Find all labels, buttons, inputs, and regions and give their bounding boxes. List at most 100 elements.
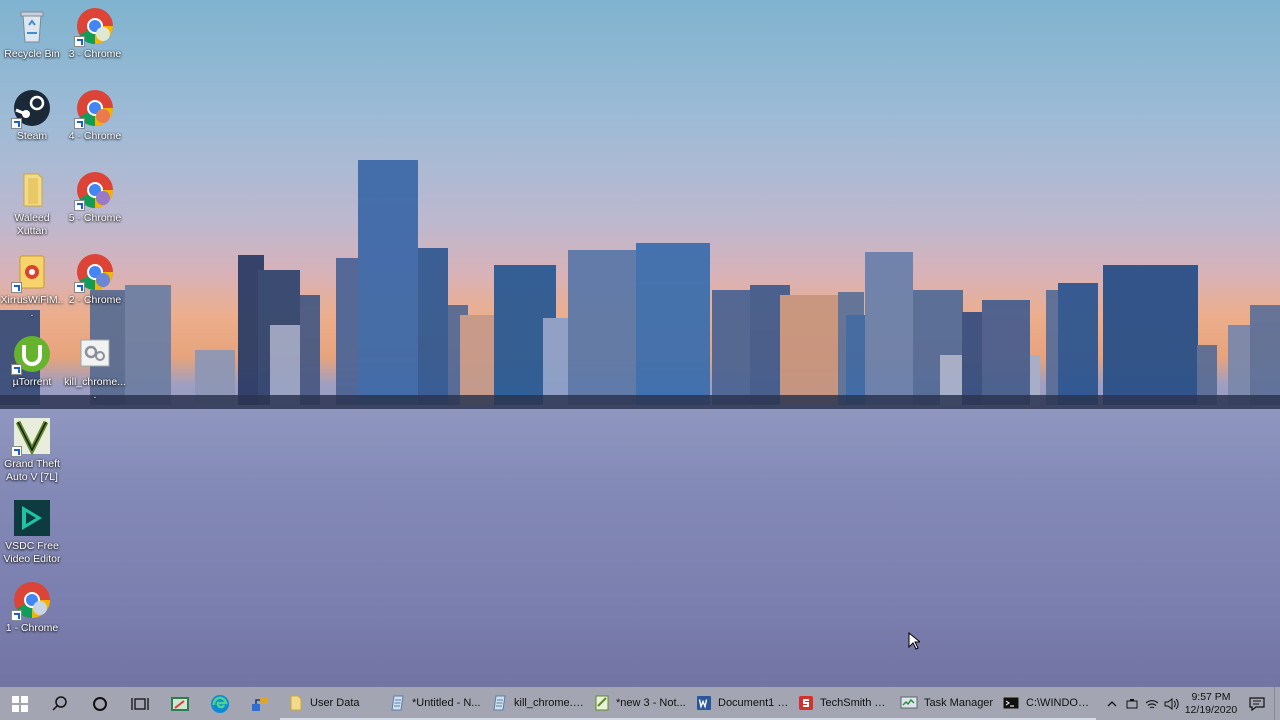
desktop-icon-label: kill_chrome....: [64, 376, 126, 401]
taskbar-app-kill-chrome[interactable]: kill_chrome.b...: [484, 687, 586, 720]
word-icon: [697, 695, 711, 710]
gta-icon: [11, 416, 52, 457]
shortcut-arrow-icon: [74, 118, 85, 129]
recycle-bin-icon: [12, 6, 52, 46]
shortcut-arrow-icon: [11, 364, 22, 375]
desktop-icon-chrome-3[interactable]: 3 - Chrome: [63, 6, 127, 61]
taskbar-app-user-data[interactable]: User Data: [280, 687, 382, 720]
show-desktop-button[interactable]: [1274, 687, 1280, 720]
wallpaper-skyline: [0, 160, 1280, 409]
volume-icon: [1164, 697, 1179, 710]
desktop-icon-label: 1 - Chrome: [5, 622, 59, 634]
wifi-icon: [1145, 699, 1159, 708]
desktop-icon-chrome-4[interactable]: 4 - Chrome: [63, 88, 127, 143]
shortcut-arrow-icon: [11, 446, 22, 457]
windows-logo-icon: [12, 695, 28, 712]
clock-time: 9:57 PM: [1191, 690, 1231, 703]
desktop-icon-waleed-xuttan[interactable]: Waleed Xuttan: [0, 170, 64, 238]
taskbar-app-label: Task Manager: [924, 696, 994, 709]
taskbar-app-notepad-untitled[interactable]: *Untitled - N...: [382, 687, 484, 720]
desktop-icon-vsdc[interactable]: VSDC Free Video Editor: [0, 498, 64, 566]
start-button[interactable]: [0, 687, 40, 720]
notepad-icon: [493, 695, 506, 710]
desktop-icon-recycle-bin[interactable]: Recycle Bin: [0, 6, 64, 61]
shortcut-arrow-icon: [74, 36, 85, 47]
desktop-icon-label: 5 - Chrome: [68, 212, 122, 224]
edge-icon: [211, 694, 229, 713]
notification-icon: [1249, 696, 1265, 711]
notepad-icon: [391, 695, 404, 710]
desktop-icon-label: Grand Theft Auto V [7L]: [4, 458, 60, 483]
taskbar-app-label: User Data: [310, 696, 360, 709]
desktop-icon-label: 4 - Chrome: [68, 130, 122, 142]
tray-network-button[interactable]: [1142, 687, 1162, 720]
search-icon: [52, 695, 67, 711]
folder-icon: [290, 695, 302, 710]
taskbar-app-label: C:\WINDOW...: [1026, 696, 1096, 709]
chrome-icon: [74, 170, 115, 211]
shortcut-arrow-icon: [74, 282, 85, 293]
xirrus-icon: [11, 252, 52, 293]
pinned-edge[interactable]: [200, 687, 240, 720]
taskbar-app-label: *new 3 - Not...: [616, 696, 686, 709]
device-icon: [1126, 698, 1138, 708]
batch-file-icon: [75, 334, 115, 374]
pinned-snipping-tool[interactable]: [160, 687, 200, 720]
chrome-icon: [74, 88, 115, 129]
desktop-icon-gta-v[interactable]: Grand Theft Auto V [7L]: [0, 416, 64, 484]
chrome-icon: [74, 252, 115, 293]
taskbar-app-label: *Untitled - N...: [412, 696, 481, 709]
desktop-icon-steam[interactable]: Steam: [0, 88, 64, 143]
desktop-icon-chrome-1[interactable]: 1 - Chrome: [0, 580, 64, 635]
desktop-wallpaper: [0, 0, 1280, 687]
system-tray: 9:57 PM 12/19/2020: [1102, 687, 1280, 720]
taskbar-app-label: kill_chrome.b...: [514, 696, 586, 709]
taskbar-app-word[interactable]: Document1 -...: [688, 687, 790, 720]
taskbar-app-label: Document1 -...: [718, 696, 790, 709]
shortcut-arrow-icon: [11, 282, 22, 293]
cmd-icon: [1002, 696, 1020, 709]
pinned-network-app[interactable]: [240, 687, 280, 720]
cortana-button[interactable]: [80, 687, 120, 720]
desktop-icon-xirrus[interactable]: XirrusWiFiM...: [0, 252, 64, 320]
snagit-icon: [799, 695, 813, 710]
action-center-button[interactable]: [1240, 687, 1274, 720]
vsdc-icon: [12, 498, 52, 538]
desktop-icon-utorrent[interactable]: µTorrent: [0, 334, 64, 389]
task-view-button[interactable]: [120, 687, 160, 720]
show-hidden-icons-button[interactable]: [1102, 687, 1122, 720]
mouse-cursor-icon: [908, 632, 920, 650]
folder-icon: [12, 170, 52, 210]
search-button[interactable]: [40, 687, 80, 720]
taskbar: User Data *Untitled - N... kill_chrome.b…: [0, 687, 1280, 720]
notepadpp-icon: [595, 695, 609, 710]
chrome-icon: [74, 6, 115, 47]
chrome-icon: [11, 580, 52, 621]
desktop-icon-label: XirrusWiFiM...: [0, 294, 64, 319]
shortcut-arrow-icon: [11, 118, 22, 129]
desktop-icon-kill-chrome[interactable]: kill_chrome....: [63, 334, 127, 402]
desktop-icon-label: Waleed Xuttan: [14, 212, 50, 237]
taskbar-clock[interactable]: 9:57 PM 12/19/2020: [1182, 691, 1240, 717]
task-manager-icon: [900, 696, 918, 708]
desktop-icon-chrome-2[interactable]: 2 - Chrome: [63, 252, 127, 307]
tray-volume-button[interactable]: [1162, 687, 1182, 720]
taskbar-app-notepadpp[interactable]: *new 3 - Not...: [586, 687, 688, 720]
desktop-icon-label: 3 - Chrome: [68, 48, 122, 60]
tray-battery-button[interactable]: [1122, 687, 1142, 720]
taskbar-app-label: TechSmith Sn...: [820, 696, 892, 709]
desktop-icon-label: µTorrent: [12, 376, 52, 388]
wallpaper-water: [0, 408, 1280, 687]
snip-sketch-icon: [171, 696, 189, 711]
taskbar-app-cmd[interactable]: C:\WINDOW...: [994, 687, 1096, 720]
desktop-icon-chrome-5[interactable]: 5 - Chrome: [63, 170, 127, 225]
chevron-up-icon: [1107, 700, 1117, 706]
desktop-icon-label: VSDC Free Video Editor: [3, 540, 61, 565]
taskbar-app-snagit[interactable]: TechSmith Sn...: [790, 687, 892, 720]
taskbar-app-task-manager[interactable]: Task Manager: [892, 687, 994, 720]
task-view-icon: [131, 697, 149, 710]
steam-icon: [11, 88, 52, 129]
shortcut-arrow-icon: [74, 200, 85, 211]
utorrent-icon: [11, 334, 52, 375]
desktop-icon-label: Recycle Bin: [4, 48, 60, 60]
